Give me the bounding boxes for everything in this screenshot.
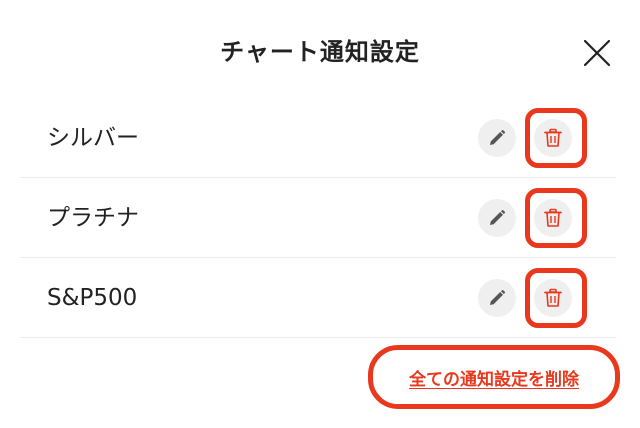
delete-all-link[interactable]: 全ての通知設定を削除: [409, 365, 579, 390]
trash-icon: [544, 288, 562, 307]
delete-button[interactable]: [534, 279, 572, 317]
close-icon: [583, 39, 611, 67]
edit-button[interactable]: [478, 119, 516, 157]
pencil-icon: [490, 289, 506, 305]
pencil-icon: [490, 209, 506, 225]
edit-button[interactable]: [478, 279, 516, 317]
alert-row-platinum: プラチナ: [20, 178, 616, 258]
dialog-title: チャート通知設定: [220, 38, 420, 66]
trash-icon: [544, 128, 562, 147]
alert-label: S&P500: [47, 285, 138, 311]
delete-button[interactable]: [534, 119, 572, 157]
delete-button[interactable]: [534, 199, 572, 237]
trash-icon: [544, 208, 562, 227]
pencil-icon: [490, 129, 506, 145]
alert-label: シルバー: [47, 125, 139, 151]
delete-all-highlight: 全ての通知設定を削除: [368, 345, 620, 409]
alert-label: プラチナ: [47, 205, 139, 231]
chart-alert-settings-dialog: チャート通知設定 シルバー プラチナ S&P500 全ての通知設定を削除: [0, 0, 640, 428]
alert-row-sp500: S&P500: [20, 258, 616, 338]
close-button[interactable]: [582, 38, 612, 68]
edit-button[interactable]: [478, 199, 516, 237]
alert-row-silver: シルバー: [20, 98, 616, 178]
